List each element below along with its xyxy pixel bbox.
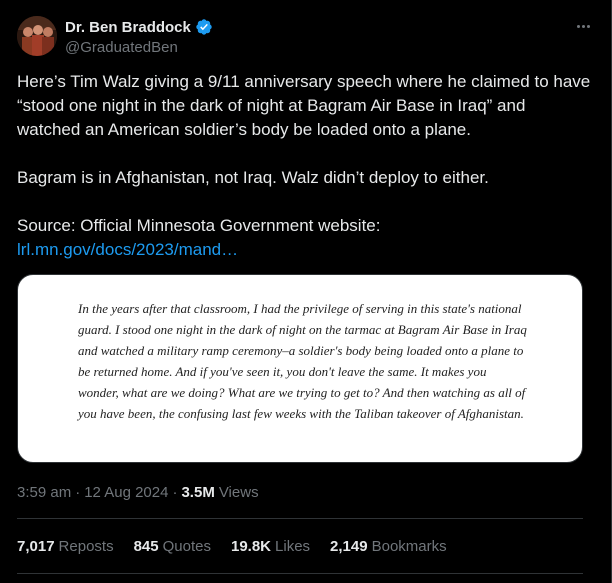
author-names: Dr. Ben Braddock @GraduatedBen — [65, 17, 213, 56]
tweet-date[interactable]: 12 Aug 2024 — [84, 484, 168, 501]
likes-stat[interactable]: 19.8K Likes — [231, 538, 310, 555]
meta-separator: · — [75, 483, 81, 501]
divider — [17, 573, 583, 574]
avatar[interactable] — [17, 16, 57, 56]
more-options-icon[interactable] — [571, 16, 595, 36]
reposts-label: Reposts — [58, 537, 114, 555]
tweet-meta: 3:59 am · 12 Aug 2024 · 3.5M Views — [17, 482, 259, 502]
bookmarks-count: 2,149 — [330, 537, 368, 555]
bookmarks-label: Bookmarks — [371, 537, 447, 555]
quotes-label: Quotes — [162, 537, 211, 555]
tweet-stats: 7,017 Reposts 845 Quotes 19.8K Likes 2,1… — [17, 536, 467, 556]
likes-count: 19.8K — [230, 537, 272, 555]
author-display-name[interactable]: Dr. Ben Braddock — [65, 19, 191, 36]
tweet-paragraph: Here’s Tim Walz giving a 9/11 anniversar… — [17, 72, 591, 139]
quotes-count: 845 — [133, 537, 159, 555]
avatar-image — [17, 16, 57, 56]
verified-badge-icon[interactable] — [195, 18, 213, 36]
source-link[interactable]: lrl.mn.gov/docs/2023/mand… — [17, 240, 238, 259]
tweet-header: Dr. Ben Braddock @GraduatedBen — [17, 16, 595, 58]
tweet-text: Here’s Tim Walz giving a 9/11 anniversar… — [17, 70, 592, 262]
views-label: Views — [218, 483, 259, 501]
bookmarks-stat[interactable]: 2,149 Bookmarks — [330, 538, 447, 555]
tweet-detail: Dr. Ben Braddock @GraduatedBen Here’s Ti… — [0, 0, 612, 583]
attached-image[interactable]: In the years after that classroom, I had… — [17, 274, 583, 463]
source-prefix: Source: Official Minnesota Government we… — [17, 216, 381, 235]
tweet-source-line: Source: Official Minnesota Government we… — [17, 214, 592, 262]
likes-label: Likes — [275, 537, 311, 555]
author-handle[interactable]: @GraduatedBen — [65, 39, 213, 56]
tweet-time[interactable]: 3:59 am — [17, 484, 71, 501]
views-count: 3.5M — [181, 483, 215, 501]
divider — [17, 518, 583, 519]
meta-separator: · — [172, 483, 178, 501]
image-transcript-text: In the years after that classroom, I had… — [78, 301, 527, 421]
reposts-stat[interactable]: 7,017 Reposts — [17, 538, 114, 555]
quotes-stat[interactable]: 845 Quotes — [134, 538, 211, 555]
tweet-paragraph: Bagram is in Afghanistan, not Iraq. Walz… — [17, 168, 489, 187]
reposts-count: 7,017 — [17, 537, 55, 555]
